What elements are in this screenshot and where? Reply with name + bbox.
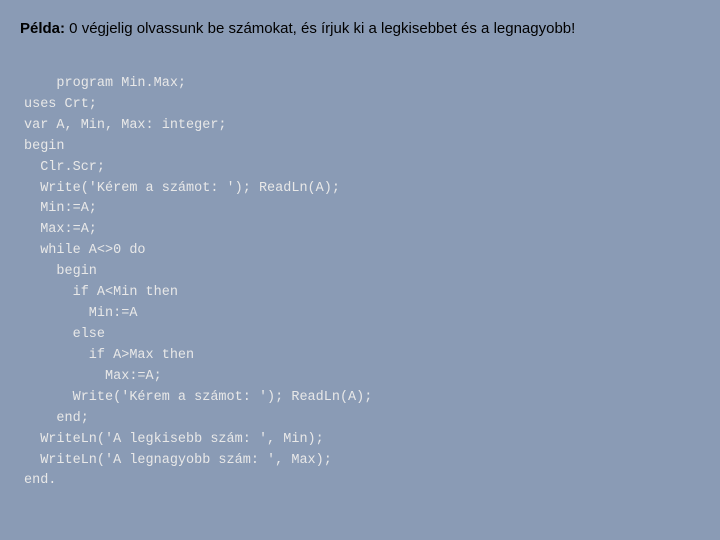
code-line-12: Min:=A (24, 306, 137, 321)
title-rest: 0 végjelig olvassunk be számokat, és írj… (65, 20, 575, 37)
code-line-13: else (24, 327, 105, 342)
main-container: Példa: 0 végjelig olvassunk be számokat,… (0, 0, 720, 540)
code-line-16: Write('Kérem a számot: '); ReadLn(A); (24, 390, 372, 405)
code-line-18: WriteLn('A legkisebb szám: ', Min); (24, 432, 324, 447)
code-line-11: if A<Min then (24, 285, 178, 300)
code-line-7: Min:=A; (24, 201, 97, 216)
code-line-19: WriteLn('A legnagyobb szám: ', Max); (24, 453, 332, 468)
code-line-15: Max:=A; (24, 369, 162, 384)
code-line-10: begin (24, 264, 97, 279)
title-text: Példa: 0 végjelig olvassunk be számokat,… (20, 20, 575, 37)
code-line-20: end. (24, 473, 56, 488)
code-line-4: begin (24, 139, 65, 154)
code-line-2: uses Crt; (24, 97, 97, 112)
code-line-17: end; (24, 411, 89, 426)
code-line-14: if A>Max then (24, 348, 194, 363)
code-line-6: Write('Kérem a számot: '); ReadLn(A); (24, 181, 340, 196)
code-line-3: var A, Min, Max: integer; (24, 118, 227, 133)
title-bold: Példa: (20, 20, 65, 37)
code-line-1: program Min.Max; (56, 76, 186, 91)
code-line-8: Max:=A; (24, 222, 97, 237)
code-block: program Min.Max; uses Crt; var A, Min, M… (20, 53, 700, 513)
title-block: Példa: 0 végjelig olvassunk be számokat,… (20, 18, 700, 39)
code-line-5: Clr.Scr; (24, 160, 105, 175)
code-line-9: while A<>0 do (24, 243, 146, 258)
